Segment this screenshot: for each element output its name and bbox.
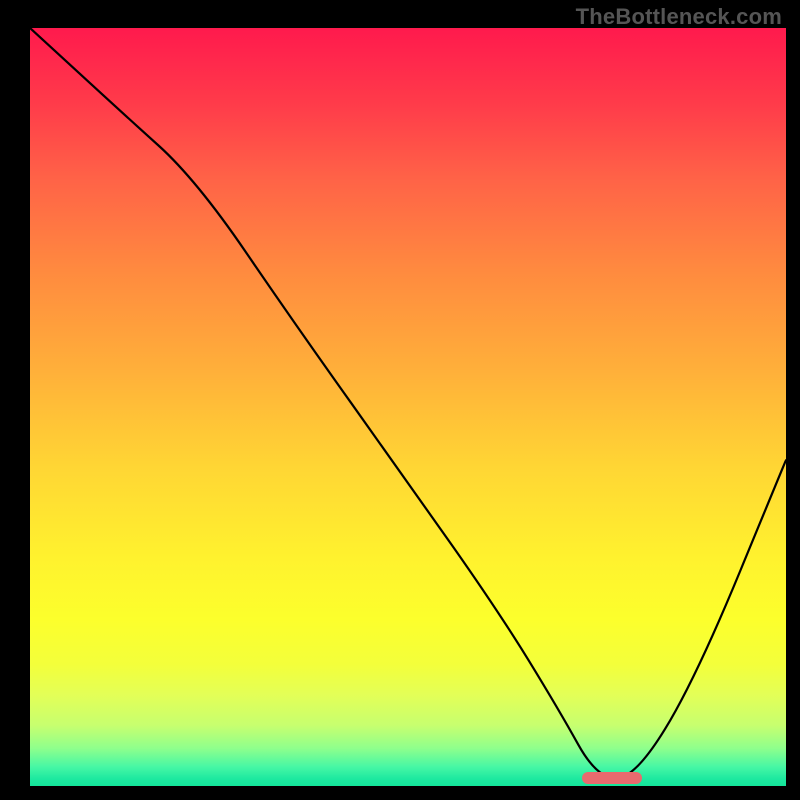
bottleneck-curve [30, 28, 786, 786]
optimal-range-marker [582, 772, 642, 784]
watermark-text: TheBottleneck.com [576, 4, 782, 30]
plot-area [30, 28, 786, 786]
chart-container: TheBottleneck.com [0, 0, 800, 800]
